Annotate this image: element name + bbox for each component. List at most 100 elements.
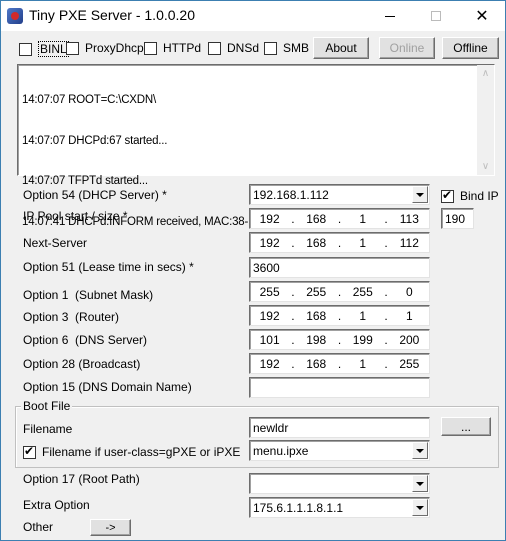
ip-octet[interactable]: 113	[391, 212, 427, 226]
ip-octet[interactable]: 1	[345, 309, 381, 323]
log-scrollbar[interactable]: ∧ ∨	[477, 65, 494, 175]
other-button[interactable]: ->	[90, 519, 131, 536]
ip-octet[interactable]: 0	[391, 285, 427, 299]
ip-octet[interactable]: 168	[298, 357, 334, 371]
option54-value: 192.168.1.112	[253, 187, 329, 202]
proxydhcp-label: ProxyDhcp	[85, 41, 144, 55]
option51-value: 3600	[253, 260, 280, 275]
smb-checkbox[interactable]: SMB	[264, 41, 309, 55]
smb-checkbox-box[interactable]	[264, 41, 277, 55]
chevron-down-icon[interactable]	[412, 442, 428, 459]
bind-ip-label: Bind IP	[460, 189, 499, 203]
proxydhcp-checkbox-box[interactable]	[66, 41, 79, 55]
option15-input[interactable]	[249, 377, 430, 398]
ip-octet[interactable]: 1	[345, 236, 381, 250]
binl-checkbox-box[interactable]	[19, 42, 32, 56]
next-server-input[interactable]: 192. 168. 1. 112	[249, 232, 430, 253]
other-label: Other	[23, 520, 54, 534]
scroll-down-icon[interactable]: ∨	[477, 158, 494, 175]
option1-label: Option 1 (Subnet Mask)	[23, 288, 154, 302]
ipxe-filename-checkbox-box[interactable]	[23, 444, 36, 459]
binl-label: BINL	[38, 41, 69, 57]
ip-octet[interactable]: 1	[345, 357, 381, 371]
ip-octet[interactable]: 192	[252, 212, 288, 226]
close-button[interactable]: ✕	[459, 1, 505, 31]
next-server-label: Next-Server	[23, 236, 88, 250]
option15-label: Option 15 (DNS Domain Name)	[23, 380, 192, 394]
ip-octet[interactable]: 192	[252, 357, 288, 371]
dnsd-label: DNSd	[227, 41, 260, 55]
ip-octet[interactable]: 168	[298, 309, 334, 323]
option6-label: Option 6 (DNS Server)	[23, 333, 148, 347]
option54-label: Option 54 (DHCP Server) *	[23, 188, 167, 202]
ipxe-filename-combobox[interactable]: menu.ipxe	[249, 440, 430, 461]
extra-option-combobox[interactable]: 175.6.1.1.1.8.1.1	[249, 497, 430, 518]
filename-label: Filename	[23, 422, 73, 436]
ipxe-filename-checkbox[interactable]: Filename if user-class=gPXE or iPXE	[23, 444, 241, 459]
proxydhcp-checkbox[interactable]: ProxyDhcp	[66, 41, 144, 55]
close-icon: ✕	[475, 8, 489, 25]
ip-octet[interactable]: 1	[391, 309, 427, 323]
option17-combobox[interactable]	[249, 473, 430, 494]
title-bar[interactable]: Tiny PXE Server - 1.0.0.20 ✕	[1, 1, 505, 31]
bind-ip-checkbox-box[interactable]	[441, 188, 454, 203]
ipxe-filename-label: Filename if user-class=gPXE or iPXE	[42, 445, 241, 459]
ip-octet[interactable]: 168	[298, 236, 334, 250]
ip-pool-size-value: 190	[445, 211, 466, 226]
scroll-up-icon[interactable]: ∧	[477, 65, 494, 82]
ip-pool-label: IP Pool start / size *	[23, 209, 128, 223]
ip-octet[interactable]: 255	[252, 285, 288, 299]
ip-pool-size-input[interactable]: 190	[441, 208, 474, 229]
ip-octet[interactable]: 200	[391, 333, 427, 347]
dnsd-checkbox-box[interactable]	[208, 41, 221, 55]
boot-file-group-title: Boot File	[21, 399, 73, 413]
online-button[interactable]: Online	[379, 37, 435, 59]
browse-button[interactable]: ...	[441, 417, 491, 436]
bind-ip-checkbox[interactable]: Bind IP	[441, 188, 499, 203]
httpd-checkbox-box[interactable]	[144, 41, 157, 55]
maximize-icon	[431, 11, 441, 21]
extra-option-value: 175.6.1.1.1.8.1.1	[253, 500, 344, 515]
ip-octet[interactable]: 1	[345, 212, 381, 226]
option54-combobox[interactable]: 192.168.1.112	[249, 184, 430, 205]
minimize-icon	[385, 15, 395, 17]
ip-octet[interactable]: 255	[345, 285, 381, 299]
smb-label: SMB	[283, 41, 310, 55]
option28-input[interactable]: 192. 168. 1. 255	[249, 353, 430, 374]
ip-octet[interactable]: 198	[298, 333, 334, 347]
option6-input[interactable]: 101. 198. 199. 200	[249, 329, 430, 350]
ip-octet[interactable]: 168	[298, 212, 334, 226]
log-output[interactable]: 14:07:07 ROOT=C:\CXDN\ 14:07:07 DHCPd:67…	[17, 64, 495, 228]
about-button[interactable]: About	[313, 37, 369, 59]
option3-input[interactable]: 192. 168. 1. 1	[249, 305, 430, 326]
maximize-button[interactable]	[413, 1, 459, 31]
option28-label: Option 28 (Broadcast)	[23, 357, 141, 371]
log-line: 14:07:07 DHCPd:67 started...	[22, 134, 168, 147]
option1-input[interactable]: 255. 255. 255. 0	[249, 281, 430, 302]
option17-label: Option 17 (Root Path)	[23, 472, 140, 486]
ip-octet[interactable]: 199	[345, 333, 381, 347]
ip-octet[interactable]: 192	[252, 236, 288, 250]
httpd-checkbox[interactable]: HTTPd	[144, 41, 201, 55]
httpd-label: HTTPd	[163, 41, 202, 55]
minimize-button[interactable]	[367, 1, 413, 31]
option51-input[interactable]: 3600	[249, 257, 430, 278]
ipxe-filename-value: menu.ipxe	[253, 443, 309, 458]
filename-input[interactable]: newldr	[249, 417, 430, 438]
binl-checkbox[interactable]: BINL	[19, 41, 69, 57]
app-window: Tiny PXE Server - 1.0.0.20 ✕ BINL ProxyD…	[0, 0, 506, 541]
filename-value: newldr	[253, 420, 289, 435]
ip-octet[interactable]: 112	[391, 236, 427, 250]
option51-label: Option 51 (Lease time in secs) *	[23, 260, 194, 274]
ip-octet[interactable]: 101	[252, 333, 288, 347]
ip-octet[interactable]: 255	[298, 285, 334, 299]
dnsd-checkbox[interactable]: DNSd	[208, 41, 259, 55]
chevron-down-icon[interactable]	[412, 475, 428, 492]
ip-octet[interactable]: 192	[252, 309, 288, 323]
offline-button[interactable]: Offline	[442, 37, 499, 59]
ip-pool-start-input[interactable]: 192. 168. 1. 113	[249, 208, 430, 229]
chevron-down-icon[interactable]	[412, 499, 428, 516]
service-toolbar: BINL ProxyDhcp HTTPd DNSd SMB About Onli…	[1, 37, 505, 59]
chevron-down-icon[interactable]	[412, 186, 428, 203]
ip-octet[interactable]: 255	[391, 357, 427, 371]
